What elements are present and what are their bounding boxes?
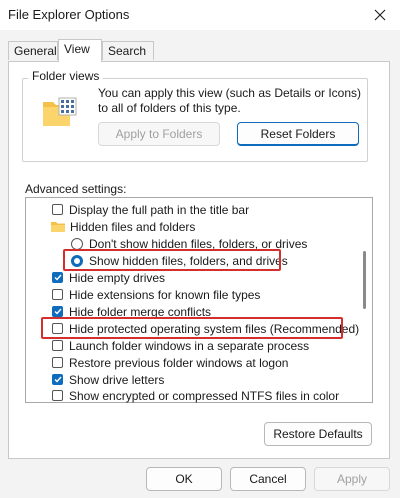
show-encrypted-color-checkbox[interactable]: Show encrypted or compressed NTFS files … bbox=[52, 387, 339, 404]
restore-previous-windows-checkbox[interactable]: Restore previous folder windows at logon bbox=[52, 354, 288, 371]
checkbox-box bbox=[52, 340, 63, 351]
option-label: Show hidden files, folders, and drives bbox=[89, 253, 288, 268]
launch-separate-process-checkbox[interactable]: Launch folder windows in a separate proc… bbox=[52, 337, 309, 354]
option-label: Launch folder windows in a separate proc… bbox=[69, 338, 310, 353]
apply-to-folders-button[interactable]: Apply to Folders bbox=[98, 122, 220, 146]
apply-button[interactable]: Apply bbox=[314, 467, 390, 491]
checkbox-box-checked bbox=[52, 272, 63, 283]
advanced-settings-label: Advanced settings: bbox=[25, 182, 127, 196]
folder-views-description: You can apply this view (such as Details… bbox=[98, 86, 362, 115]
option-label: Show drive letters bbox=[69, 372, 165, 387]
cancel-button[interactable]: Cancel bbox=[230, 467, 306, 491]
option-label: Hide protected operating system files (R… bbox=[69, 321, 360, 336]
file-explorer-options-dialog: File Explorer Options General View Searc… bbox=[0, 0, 400, 498]
restore-defaults-button[interactable]: Restore Defaults bbox=[264, 422, 372, 446]
show-hidden-radio[interactable]: Show hidden files, folders, and drives bbox=[71, 252, 288, 269]
close-button[interactable] bbox=[360, 0, 400, 30]
hide-protected-os-files-checkbox[interactable]: Hide protected operating system files (R… bbox=[52, 320, 359, 337]
tab-view[interactable]: View bbox=[58, 39, 102, 62]
ok-button[interactable]: OK bbox=[146, 467, 222, 491]
folder-icon bbox=[51, 222, 65, 232]
checkmark-icon bbox=[54, 274, 62, 281]
checkbox-box-checked bbox=[52, 306, 63, 317]
close-icon bbox=[374, 9, 386, 21]
checkbox-box bbox=[52, 357, 63, 368]
checkmark-icon bbox=[54, 308, 62, 315]
folder-icon bbox=[42, 96, 78, 128]
checkbox-box bbox=[52, 390, 63, 401]
option-label: Don't show hidden files, folders, or dri… bbox=[89, 236, 308, 251]
tab-general[interactable]: General bbox=[8, 41, 58, 60]
hide-extensions-checkbox[interactable]: Hide extensions for known file types bbox=[52, 286, 260, 303]
checkmark-icon bbox=[54, 376, 62, 383]
scrollbar-thumb[interactable] bbox=[363, 251, 366, 309]
hidden-files-folder-node: Hidden files and folders bbox=[51, 218, 195, 235]
hide-merge-conflicts-checkbox[interactable]: Hide folder merge conflicts bbox=[52, 303, 211, 320]
option-label: Hide extensions for known file types bbox=[69, 287, 261, 302]
display-full-path-checkbox[interactable]: Display the full path in the title bar bbox=[52, 201, 249, 218]
folder-views-legend: Folder views bbox=[28, 69, 104, 83]
option-label: Hidden files and folders bbox=[70, 219, 196, 234]
window-title: File Explorer Options bbox=[8, 7, 130, 22]
reset-folders-button[interactable]: Reset Folders bbox=[237, 122, 359, 146]
radio-button-selected bbox=[71, 254, 83, 267]
checkbox-box bbox=[52, 323, 63, 334]
option-label: Restore previous folder windows at logon bbox=[69, 355, 289, 370]
checkbox-box bbox=[52, 204, 63, 215]
tree-scrollbar[interactable] bbox=[363, 203, 366, 399]
show-drive-letters-checkbox[interactable]: Show drive letters bbox=[52, 371, 164, 388]
tab-search[interactable]: Search bbox=[102, 41, 154, 60]
dont-show-hidden-radio[interactable]: Don't show hidden files, folders, or dri… bbox=[71, 235, 307, 252]
option-label: Hide empty drives bbox=[69, 270, 166, 285]
hide-empty-drives-checkbox[interactable]: Hide empty drives bbox=[52, 269, 165, 286]
dialog-footer: OK Cancel Apply bbox=[0, 459, 400, 498]
checkbox-box bbox=[52, 289, 63, 300]
option-label: Display the full path in the title bar bbox=[69, 202, 250, 217]
option-label: Hide folder merge conflicts bbox=[69, 304, 212, 319]
title-bar: File Explorer Options bbox=[0, 0, 400, 30]
radio-button bbox=[71, 237, 83, 250]
checkbox-box-checked bbox=[52, 374, 63, 385]
option-label: Show encrypted or compressed NTFS files … bbox=[69, 388, 340, 403]
